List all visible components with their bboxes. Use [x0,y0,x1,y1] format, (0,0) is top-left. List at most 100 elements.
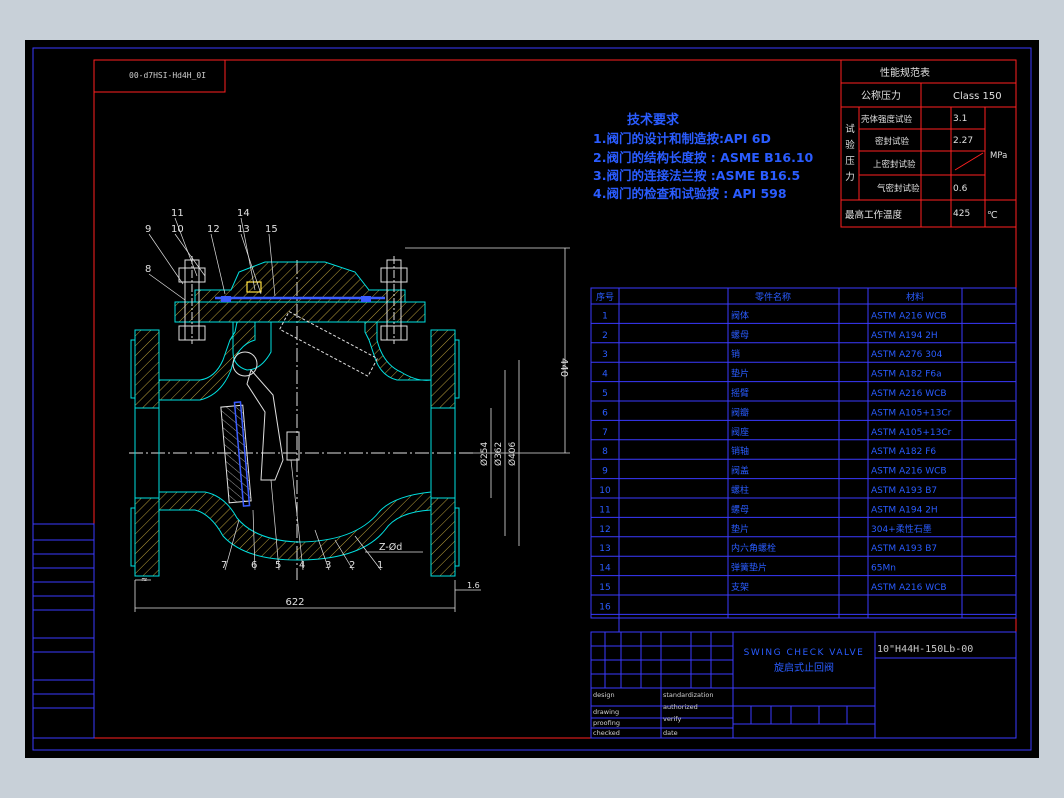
callout-leader [210,233,226,295]
parts-row-material: 304+柔性石墨 [871,523,932,535]
perf-test-char: 压 [845,156,855,167]
callout-leader [148,273,186,301]
dim-d3: Ø406 [507,441,518,466]
perf-row-label: 壳体强度试验 [861,114,913,125]
parts-row-name: 内六角螺栓 [731,542,776,554]
callout-number: 13 [237,224,250,235]
tb-label: verify [663,715,681,723]
title-block: SWING CHECK VALVE 旋启式止回阀 10"H44H-150Lb-0… [590,631,1017,739]
parts-row-no: 14 [599,564,611,574]
parts-row-material: ASTM A216 WCB [871,311,947,321]
perf-nominal-label: 公称压力 [861,89,901,102]
parts-row-material: ASTM A216 WCB [871,467,947,477]
parts-row-name: 螺母 [731,330,749,341]
parts-row-name: 螺柱 [731,484,749,496]
cad-canvas: 00-d7HSI-Hd4H_0I 技术要求 1.阀门的设计和制造按:API 6D… [25,40,1039,758]
perf-row-label: 密封试验 [875,136,910,147]
callout-number: 8 [145,264,151,275]
callout-number: 7 [221,560,227,571]
parts-row-no: 16 [599,602,611,612]
parts-row-material: ASTM A194 2H [871,331,938,341]
tech-item: 2.阀门的结构长度按 : ASME B16.10 [593,150,814,165]
perf-temp-unit: ℃ [987,210,998,221]
perf-test-char: 试 [845,123,855,135]
parts-row-no: 4 [602,370,608,380]
perf-row-label: 上密封试验 [873,159,916,170]
swing-arm [246,368,284,481]
parts-row-no: 9 [602,467,608,477]
tb-label: proofing [593,719,620,727]
parts-row-material: ASTM A193 B7 [871,486,937,496]
perf-temp-value: 425 [953,209,970,219]
dim-d2: Ø362 [493,442,504,466]
parts-row-no: 3 [602,350,608,360]
drawing-sheet: 00-d7HSI-Hd4H_0I 技术要求 1.阀门的设计和制造按:API 6D… [32,47,1032,751]
tb-label: standardization [663,691,713,699]
parts-row-material: ASTM A182 F6a [871,370,942,380]
perf-row-value: 2.27 [953,136,973,146]
parts-row-no: 2 [602,331,608,341]
parts-row-no: 15 [599,583,610,593]
callout-number: 1 [377,560,383,571]
revision-grid [32,523,95,739]
parts-row-no: 1 [602,311,608,321]
drawing-stamp: 00-d7HSI-Hd4H_0I [129,71,206,80]
parts-row-material: ASTM A105+13Cr [871,428,952,438]
parts-row-no: 5 [602,389,608,399]
tb-label: design [593,691,615,699]
dim-raised-face: 1.6 [467,581,480,590]
parts-row-material: ASTM A216 WCB [871,389,947,399]
perf-row-value: 3.1 [953,114,967,124]
parts-header-material: 材料 [906,291,924,303]
dim-d1: Ø254 [479,441,490,466]
drawing-code: 10"H44H-150Lb-00 [877,644,973,655]
perf-test-char: 力 [845,171,855,183]
callout-number: 4 [299,560,305,571]
gasket-left [221,296,231,302]
parts-row-name: 支架 [731,581,749,593]
title-en: SWING CHECK VALVE [744,648,865,658]
parts-row-no: 13 [599,544,610,554]
tech-heading: 技术要求 [627,112,680,128]
parts-row-material: ASTM A193 B7 [871,544,937,554]
callout-number: 2 [349,560,355,571]
parts-row-name: 阀座 [731,426,749,438]
parts-row-material: ASTM A216 WCB [871,583,947,593]
parts-row-name: 垫片 [731,523,749,535]
callout-number: 5 [275,560,281,571]
callout-number: 3 [325,560,331,571]
tech-item: 3.阀门的连接法兰按 :ASME B16.5 [593,168,800,183]
title-cn: 旋启式止回阀 [774,661,834,674]
callout-number: 6 [251,560,257,571]
body-upper-wall [158,321,256,401]
perf-row-value: 0.6 [953,184,968,194]
perf-temp-label: 最高工作温度 [845,209,903,221]
parts-row-no: 10 [599,486,611,496]
parts-row-no: 7 [602,428,608,438]
parts-table: 序号 零件名称 材料 1 阀体 ASTM A216 WCB 2 螺母 ASTM A194 … [590,287,1017,632]
callout-number: 11 [171,208,184,219]
parts-row-material: ASTM A105+13Cr [871,408,952,418]
parts-row-name: 销轴 [731,445,749,457]
dim-holes: Z-Ød [379,542,402,553]
performance-table: 性能规范表 公称压力 Class 150 试 验 压 力 壳体强度试验 3.1 … [840,59,1017,228]
parts-row-name: 阀体 [731,309,749,321]
parts-row-no: 12 [599,525,610,535]
parts-row-name: 阀盖 [731,465,749,477]
callout-number: 15 [265,224,278,235]
parts-row-name: 摇臂 [731,387,749,399]
perf-row-label: 气密封试验 [877,183,920,194]
tech-item: 1.阀门的设计和制造按:API 6D [593,131,771,146]
tech-requirements: 技术要求 1.阀门的设计和制造按:API 6D 2.阀门的结构长度按 : ASM… [593,112,814,201]
parts-row-material: 65Mn [871,564,896,574]
tb-label: authorized [663,703,698,711]
parts-row-name: 螺母 [731,504,749,515]
dim-small: ≈ [141,575,148,584]
parts-row-material: ASTM A194 2H [871,505,938,515]
parts-row-material: ASTM A182 F6 [871,447,936,457]
parts-header-name: 零件名称 [755,291,791,303]
dim-height: 440 [558,358,569,377]
parts-row-no: 6 [602,408,608,418]
callout-leader [148,233,184,285]
valve-section: 622 440 Ø254 Ø362 Ø406 Z-Ød 1.6 ≈ [129,247,570,612]
